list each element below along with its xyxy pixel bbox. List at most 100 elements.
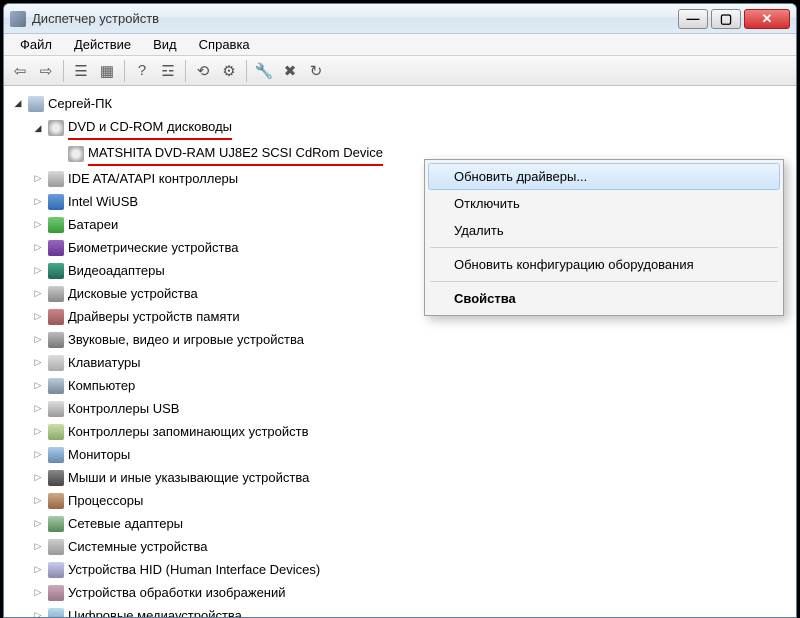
tree-category-dvd[interactable]: ◢ DVD и CD-ROM дисководы — [30, 115, 792, 141]
ctx-delete[interactable]: Удалить — [428, 217, 780, 244]
menu-action[interactable]: Действие — [64, 35, 141, 54]
dvd-icon — [48, 120, 64, 136]
expand-icon[interactable]: ▷ — [32, 311, 44, 323]
close-button[interactable]: ✕ — [744, 9, 790, 29]
ctx-separator — [430, 247, 778, 248]
category-icon — [48, 539, 64, 555]
tree-category[interactable]: ▷Системные устройства — [30, 535, 792, 558]
category-icon — [48, 516, 64, 532]
tree-category[interactable]: ▷Устройства HID (Human Interface Devices… — [30, 558, 792, 581]
tree-root[interactable]: ◢ Сергей-ПК — [10, 92, 792, 115]
tree-category[interactable]: ▷Компьютер — [30, 374, 792, 397]
category-icon — [48, 447, 64, 463]
scan-icon[interactable]: ⟲ — [191, 59, 215, 83]
properties-icon[interactable]: ⚙ — [217, 59, 241, 83]
toolbar-separator — [63, 60, 64, 82]
ctx-properties[interactable]: Свойства — [428, 285, 780, 312]
category-icon — [48, 332, 64, 348]
expand-icon[interactable]: ▷ — [32, 288, 44, 300]
category-icon — [48, 378, 64, 394]
dvd-device-label: MATSHITA DVD-RAM UJ8E2 SCSI CdRom Device — [88, 142, 383, 166]
computer-icon — [28, 96, 44, 112]
back-icon[interactable]: ⇦ — [8, 59, 32, 83]
category-icon — [48, 309, 64, 325]
dvd-device-icon — [68, 146, 84, 162]
expand-icon[interactable]: ▷ — [32, 541, 44, 553]
toolbar-separator — [124, 60, 125, 82]
tree-category[interactable]: ▷Сетевые адаптеры — [30, 512, 792, 535]
uninstall-icon[interactable]: ✖ — [278, 59, 302, 83]
details-icon[interactable]: ☲ — [156, 59, 180, 83]
menubar: Файл Действие Вид Справка — [4, 34, 796, 56]
list-icon[interactable]: ☰ — [69, 59, 93, 83]
expand-icon[interactable]: ▷ — [32, 518, 44, 530]
refresh-icon[interactable]: ↻ — [304, 59, 328, 83]
expand-icon[interactable]: ▷ — [32, 242, 44, 254]
context-menu: Обновить драйверы... Отключить Удалить О… — [424, 159, 784, 316]
menu-view[interactable]: Вид — [143, 35, 187, 54]
app-icon — [10, 11, 26, 27]
expand-icon[interactable]: ▷ — [32, 587, 44, 599]
expand-icon[interactable]: ▷ — [32, 403, 44, 415]
toolbar-separator — [246, 60, 247, 82]
window-title: Диспетчер устройств — [32, 11, 678, 26]
menu-file[interactable]: Файл — [10, 35, 62, 54]
category-icon — [48, 562, 64, 578]
forward-icon[interactable]: ⇨ — [34, 59, 58, 83]
ctx-separator — [430, 281, 778, 282]
expand-icon[interactable]: ▷ — [32, 449, 44, 461]
expand-icon[interactable]: ▷ — [32, 564, 44, 576]
grid-icon[interactable]: ▦ — [95, 59, 119, 83]
category-icon — [48, 171, 64, 187]
expand-icon[interactable]: ▷ — [32, 265, 44, 277]
expand-icon[interactable]: ▷ — [32, 426, 44, 438]
tree-category[interactable]: ▷Процессоры — [30, 489, 792, 512]
expand-icon[interactable]: ▷ — [32, 472, 44, 484]
expand-icon[interactable]: ▷ — [32, 334, 44, 346]
tree-category[interactable]: ▷Устройства обработки изображений — [30, 581, 792, 604]
toolbar-separator — [185, 60, 186, 82]
category-icon — [48, 240, 64, 256]
category-icon — [48, 401, 64, 417]
expand-icon[interactable]: ◢ — [32, 122, 44, 134]
expand-icon[interactable]: ▷ — [32, 610, 44, 618]
category-icon — [48, 286, 64, 302]
category-icon — [48, 217, 64, 233]
tree-category[interactable]: ▷Звуковые, видео и игровые устройства — [30, 328, 792, 351]
tree-category[interactable]: ▷Клавиатуры — [30, 351, 792, 374]
tree-category[interactable]: ▷Контроллеры USB — [30, 397, 792, 420]
menu-help[interactable]: Справка — [189, 35, 260, 54]
category-icon — [48, 355, 64, 371]
tree-category[interactable]: ▷Мониторы — [30, 443, 792, 466]
ctx-refresh-hardware[interactable]: Обновить конфигурацию оборудования — [428, 251, 780, 278]
category-icon — [48, 470, 64, 486]
category-icon — [48, 424, 64, 440]
maximize-button[interactable]: ▢ — [711, 9, 741, 29]
tree-category[interactable]: ▷Цифровые медиаустройства — [30, 604, 792, 617]
ctx-update-drivers[interactable]: Обновить драйверы... — [428, 163, 780, 190]
category-icon — [48, 263, 64, 279]
expand-icon[interactable]: ▷ — [32, 196, 44, 208]
root-label: Сергей-ПК — [48, 93, 112, 114]
expand-icon[interactable]: ▷ — [32, 380, 44, 392]
category-icon — [48, 608, 64, 618]
tree-category[interactable]: ▷Контроллеры запоминающих устройств — [30, 420, 792, 443]
category-icon — [48, 493, 64, 509]
expand-icon[interactable]: ▷ — [32, 219, 44, 231]
help-icon[interactable]: ? — [130, 59, 154, 83]
window-controls: — ▢ ✕ — [678, 9, 790, 29]
tree-category[interactable]: ▷Мыши и иные указывающие устройства — [30, 466, 792, 489]
toolbar: ⇦ ⇨ ☰ ▦ ? ☲ ⟲ ⚙ 🔧 ✖ ↻ — [4, 56, 796, 86]
category-icon — [48, 194, 64, 210]
update-driver-icon[interactable]: 🔧 — [252, 59, 276, 83]
expand-icon — [52, 148, 64, 160]
expand-icon[interactable]: ◢ — [12, 98, 24, 110]
dvd-category-label: DVD и CD-ROM дисководы — [68, 116, 232, 140]
ctx-disable[interactable]: Отключить — [428, 190, 780, 217]
expand-icon[interactable]: ▷ — [32, 357, 44, 369]
minimize-button[interactable]: — — [678, 9, 708, 29]
expand-icon[interactable]: ▷ — [32, 495, 44, 507]
category-icon — [48, 585, 64, 601]
expand-icon[interactable]: ▷ — [32, 173, 44, 185]
device-manager-window: Диспетчер устройств — ▢ ✕ Файл Действие … — [3, 3, 797, 618]
